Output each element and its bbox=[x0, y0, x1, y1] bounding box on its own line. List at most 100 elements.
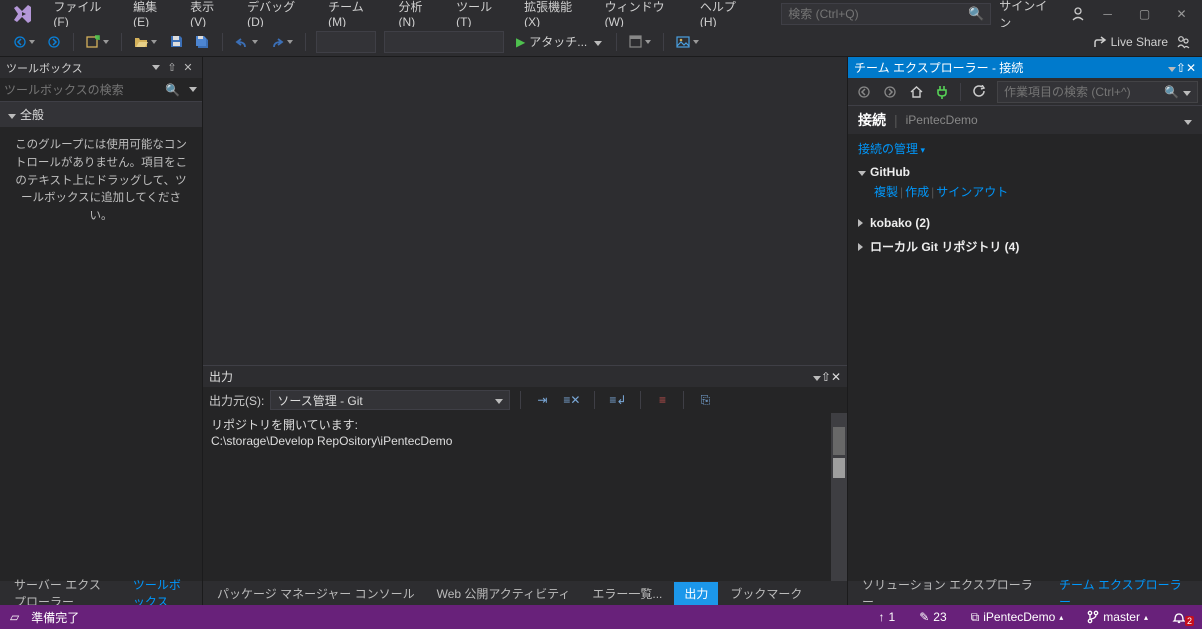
status-repo-button[interactable]: ⧉ iPentecDemo ▴ bbox=[965, 610, 1070, 625]
output-find-button[interactable]: ⇥ bbox=[531, 389, 553, 411]
toolbox-panel: ツールボックス ⇧ ✕ 🔍 全般 このグループには使用可能なコントロールがありま… bbox=[0, 57, 203, 605]
status-push-button[interactable]: ↑ 1 bbox=[873, 610, 902, 624]
bell-icon bbox=[1172, 610, 1186, 624]
output-source-label: 出力元(S): bbox=[209, 392, 264, 409]
chevron-down-icon[interactable] bbox=[1184, 112, 1192, 128]
save-all-button[interactable] bbox=[191, 31, 214, 53]
output-clear-button[interactable]: ≡✕ bbox=[559, 389, 584, 411]
tab-package-manager-console[interactable]: パッケージ マネージャー コンソール bbox=[207, 582, 425, 605]
github-signout-link[interactable]: サインアウト bbox=[936, 185, 1008, 199]
manage-connections-link[interactable]: 接続の管理 bbox=[858, 142, 925, 156]
output-wrap-button[interactable]: ≡↲ bbox=[605, 389, 630, 411]
work-item-search[interactable]: 🔍 bbox=[997, 81, 1198, 103]
visual-studio-logo-icon bbox=[10, 2, 33, 26]
status-notifications-button[interactable]: 2 bbox=[1166, 610, 1192, 624]
nav-home-button[interactable] bbox=[904, 81, 928, 103]
tab-error-list[interactable]: エラー一覧... bbox=[582, 582, 672, 605]
window-close-button[interactable]: ✕ bbox=[1167, 3, 1196, 25]
github-section[interactable]: GitHub bbox=[858, 165, 1192, 179]
github-create-link[interactable]: 作成 bbox=[905, 185, 929, 199]
tab-web-publish[interactable]: Web 公開アクティビティ bbox=[427, 582, 581, 605]
github-clone-link[interactable]: 複製 bbox=[874, 185, 898, 199]
panel-options-icon[interactable] bbox=[813, 370, 821, 384]
redo-button[interactable] bbox=[266, 31, 297, 53]
local-git-label: ローカル Git リポジトリ (4) bbox=[870, 238, 1019, 255]
chevron-down-icon bbox=[594, 35, 602, 49]
output-toggle-button[interactable]: ⎘ bbox=[694, 389, 716, 411]
panel-options-icon[interactable] bbox=[148, 60, 164, 76]
close-icon[interactable]: ✕ bbox=[180, 60, 196, 76]
pin-icon[interactable]: ⇧ bbox=[1176, 61, 1186, 75]
panel-options-icon[interactable] bbox=[1168, 61, 1176, 75]
search-icon[interactable]: 🔍 bbox=[1164, 85, 1179, 99]
output-header: 出力 ⇧ ✕ bbox=[203, 366, 847, 387]
chevron-down-icon bbox=[858, 165, 866, 179]
output-source-combo[interactable]: ソース管理 - Git bbox=[270, 390, 510, 410]
status-pending-changes-button[interactable]: ✎ 23 bbox=[913, 610, 952, 624]
save-button[interactable] bbox=[165, 31, 187, 53]
chevron-right-icon bbox=[858, 216, 866, 230]
status-repo-name: iPentecDemo bbox=[983, 610, 1055, 624]
window-maximize-button[interactable]: ▢ bbox=[1130, 3, 1159, 25]
feedback-icon[interactable] bbox=[1176, 35, 1190, 49]
scrollbar-thumb[interactable] bbox=[833, 427, 845, 455]
nav-back-button[interactable] bbox=[852, 81, 876, 103]
toolbox-group-label: 全般 bbox=[20, 106, 44, 123]
repo-icon: ⧉ bbox=[971, 610, 980, 625]
open-file-button[interactable] bbox=[130, 31, 161, 53]
work-item-search-input[interactable] bbox=[1004, 85, 1164, 99]
main-toolbar: ▶ アタッチ... Live Share bbox=[0, 27, 1202, 57]
new-project-button[interactable] bbox=[82, 31, 113, 53]
document-well bbox=[203, 57, 847, 365]
search-icon[interactable]: 🔍 bbox=[159, 83, 179, 97]
toolbox-search-input[interactable] bbox=[4, 83, 159, 97]
scrollbar-thumb[interactable] bbox=[833, 458, 845, 478]
browse-button[interactable] bbox=[625, 31, 655, 53]
close-icon[interactable]: ✕ bbox=[831, 370, 841, 384]
branch-icon bbox=[1087, 610, 1099, 624]
pin-icon[interactable]: ⇧ bbox=[821, 370, 831, 384]
left-bottom-tabs: サーバー エクスプローラー ツールボックス bbox=[0, 581, 202, 605]
chevron-down-icon[interactable] bbox=[183, 87, 203, 92]
nav-refresh-button[interactable] bbox=[967, 81, 991, 103]
toolbox-header: ツールボックス ⇧ ✕ bbox=[0, 57, 202, 78]
nav-forward-button[interactable] bbox=[43, 31, 65, 53]
kobako-section[interactable]: kobako (2) bbox=[858, 216, 1192, 230]
nav-connect-button[interactable] bbox=[930, 81, 954, 103]
output-text[interactable]: リポジトリを開いています: C:\storage\Develop RepOsit… bbox=[203, 413, 831, 581]
live-share-button[interactable]: Live Share bbox=[1093, 35, 1168, 49]
undo-button[interactable] bbox=[231, 31, 262, 53]
quick-search[interactable]: 🔍 bbox=[781, 3, 991, 25]
image-button[interactable] bbox=[672, 31, 703, 53]
tab-output[interactable]: 出力 bbox=[674, 582, 718, 605]
output-toolbar: 出力元(S): ソース管理 - Git ⇥ ≡✕ ≡↲ ≡ ⎘ bbox=[203, 387, 847, 413]
output-source-value: ソース管理 - Git bbox=[277, 392, 362, 409]
toolbox-search[interactable]: 🔍 bbox=[0, 78, 202, 102]
toolbox-empty-text: このグループには使用可能なコントロールがありません。項目をこのテキスト上にドラッ… bbox=[0, 127, 202, 236]
team-explorer-body: 接続の管理 GitHub 複製|作成|サインアウト kobako (2) ローカ… bbox=[848, 134, 1202, 261]
tab-bookmarks[interactable]: ブックマーク bbox=[720, 582, 812, 605]
team-explorer-panel: チーム エクスプローラー - 接続 ⇧ ✕ 🔍 接続 | iPentecDemo bbox=[847, 57, 1202, 605]
close-icon[interactable]: ✕ bbox=[1186, 61, 1196, 75]
status-pending-count: 23 bbox=[933, 610, 946, 624]
solution-config-combo[interactable] bbox=[316, 31, 376, 53]
toolbox-group-general[interactable]: 全般 bbox=[0, 102, 202, 127]
connect-label: 接続 bbox=[858, 110, 886, 130]
window-mode-icon[interactable]: ▱ bbox=[10, 610, 19, 624]
attach-debugger-button[interactable]: ▶ アタッチ... bbox=[510, 33, 608, 50]
pin-icon[interactable]: ⇧ bbox=[164, 60, 180, 76]
window-minimize-button[interactable]: ─ bbox=[1093, 3, 1122, 25]
quick-search-input[interactable] bbox=[788, 7, 968, 21]
nav-forward-button[interactable] bbox=[878, 81, 902, 103]
output-list-button[interactable]: ≡ bbox=[651, 389, 673, 411]
status-branch-button[interactable]: master ▴ bbox=[1081, 610, 1154, 624]
status-ready: 準備完了 bbox=[31, 609, 79, 626]
output-scrollbar[interactable] bbox=[831, 413, 847, 581]
user-icon[interactable] bbox=[1071, 7, 1085, 21]
chevron-down-icon[interactable] bbox=[1183, 85, 1191, 99]
local-git-section[interactable]: ローカル Git リポジトリ (4) bbox=[858, 238, 1192, 255]
nav-back-button[interactable] bbox=[10, 31, 39, 53]
team-explorer-title: チーム エクスプローラー - 接続 bbox=[854, 59, 1023, 76]
solution-platform-combo[interactable] bbox=[384, 31, 504, 53]
connect-section-header[interactable]: 接続 | iPentecDemo bbox=[848, 106, 1202, 134]
